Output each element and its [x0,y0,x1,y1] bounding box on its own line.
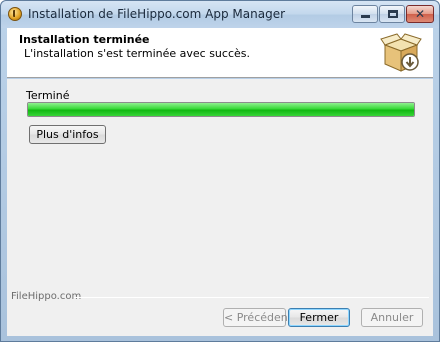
close-icon: ✕ [414,7,426,21]
cancel-button[interactable]: Annuler [361,308,423,327]
wizard-header: Installation terminée L'installation s'e… [7,28,433,78]
box-install-icon [380,33,422,72]
page-title: Installation terminée [19,33,150,46]
minimize-button[interactable] [352,5,378,23]
maximize-icon [388,10,398,18]
title-bar[interactable]: Installation de FileHippo.com App Manage… [1,1,439,28]
installer-window: Installation de FileHippo.com App Manage… [0,0,440,342]
window-title: Installation de FileHippo.com App Manage… [28,7,286,21]
page-subtitle: L'installation s'est terminée avec succè… [24,47,250,60]
footer-divider [74,297,429,298]
maximize-button[interactable] [379,5,405,23]
close-button[interactable]: Fermer [288,308,350,327]
close-window-button[interactable]: ✕ [406,5,434,23]
wizard-content: Terminé Plus d'infos FileHippo.com < Pré… [7,79,433,336]
minimize-icon [361,15,370,18]
more-info-button[interactable]: Plus d'infos [29,125,106,144]
app-icon [8,7,22,21]
progress-label: Terminé [26,89,70,102]
previous-button[interactable]: < Précédent [223,308,292,327]
progress-bar [27,102,415,117]
footer-brand: FileHippo.com [11,291,82,302]
progress-fill [28,103,414,116]
